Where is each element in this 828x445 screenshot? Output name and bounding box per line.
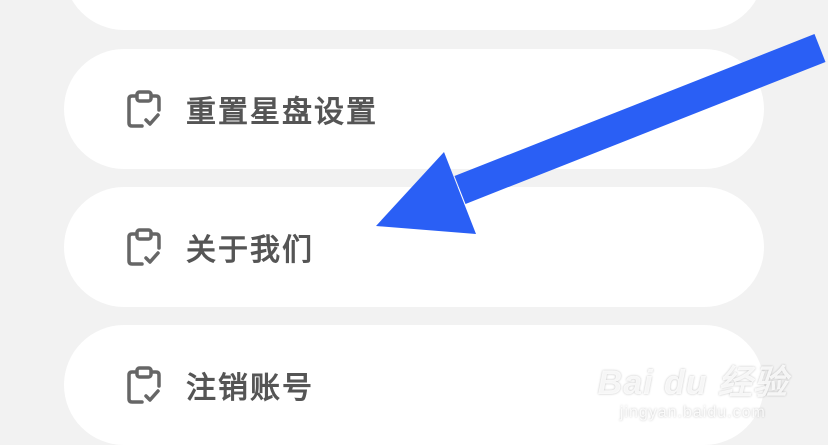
menu-item-about-us[interactable]: 关于我们 [64, 187, 764, 307]
menu-item-label: 重置星盘设置 [186, 95, 378, 130]
baidu-jingyan-watermark: Bai du 经验 jingyan.baidu.com [598, 355, 788, 422]
menu-item-top-partial[interactable] [64, 0, 764, 30]
menu-item-label: 关于我们 [186, 233, 314, 268]
menu-item-label: 注销账号 [186, 371, 314, 406]
clipboard-check-icon [124, 365, 164, 405]
clipboard-check-icon [124, 227, 164, 267]
watermark-url: jingyan.baidu.com [619, 404, 766, 421]
menu-item-reset-chart-settings[interactable]: 重置星盘设置 [64, 49, 764, 169]
watermark-brand: Bai du 经验 [597, 364, 788, 402]
clipboard-check-icon [124, 89, 164, 129]
